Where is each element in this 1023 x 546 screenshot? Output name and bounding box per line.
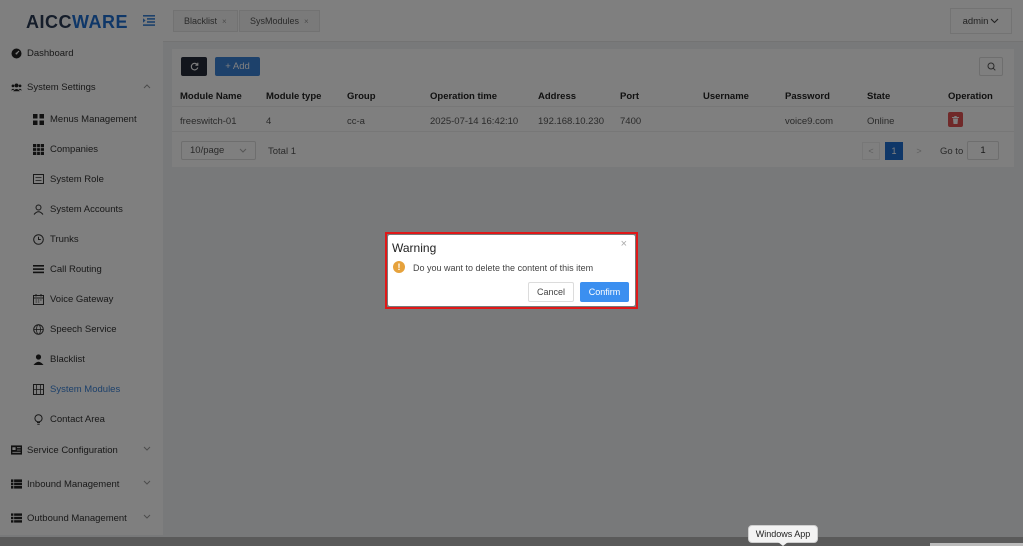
dialog-message: Do you want to delete the content of thi… bbox=[413, 263, 594, 273]
app-window: AICCWARE Dashboard System Settings bbox=[0, 0, 1023, 546]
dock-tooltip: Windows App bbox=[748, 525, 818, 543]
warning-icon: ! bbox=[393, 261, 405, 273]
cancel-button[interactable]: Cancel bbox=[528, 282, 574, 302]
dock-strip bbox=[0, 537, 1023, 546]
dialog-title: Warning bbox=[392, 241, 437, 255]
warning-dialog: Warning × ! Do you want to delete the co… bbox=[388, 235, 635, 306]
tooltip-tail bbox=[778, 542, 788, 546]
confirm-button[interactable]: Confirm bbox=[580, 282, 629, 302]
close-icon[interactable]: × bbox=[621, 238, 627, 250]
